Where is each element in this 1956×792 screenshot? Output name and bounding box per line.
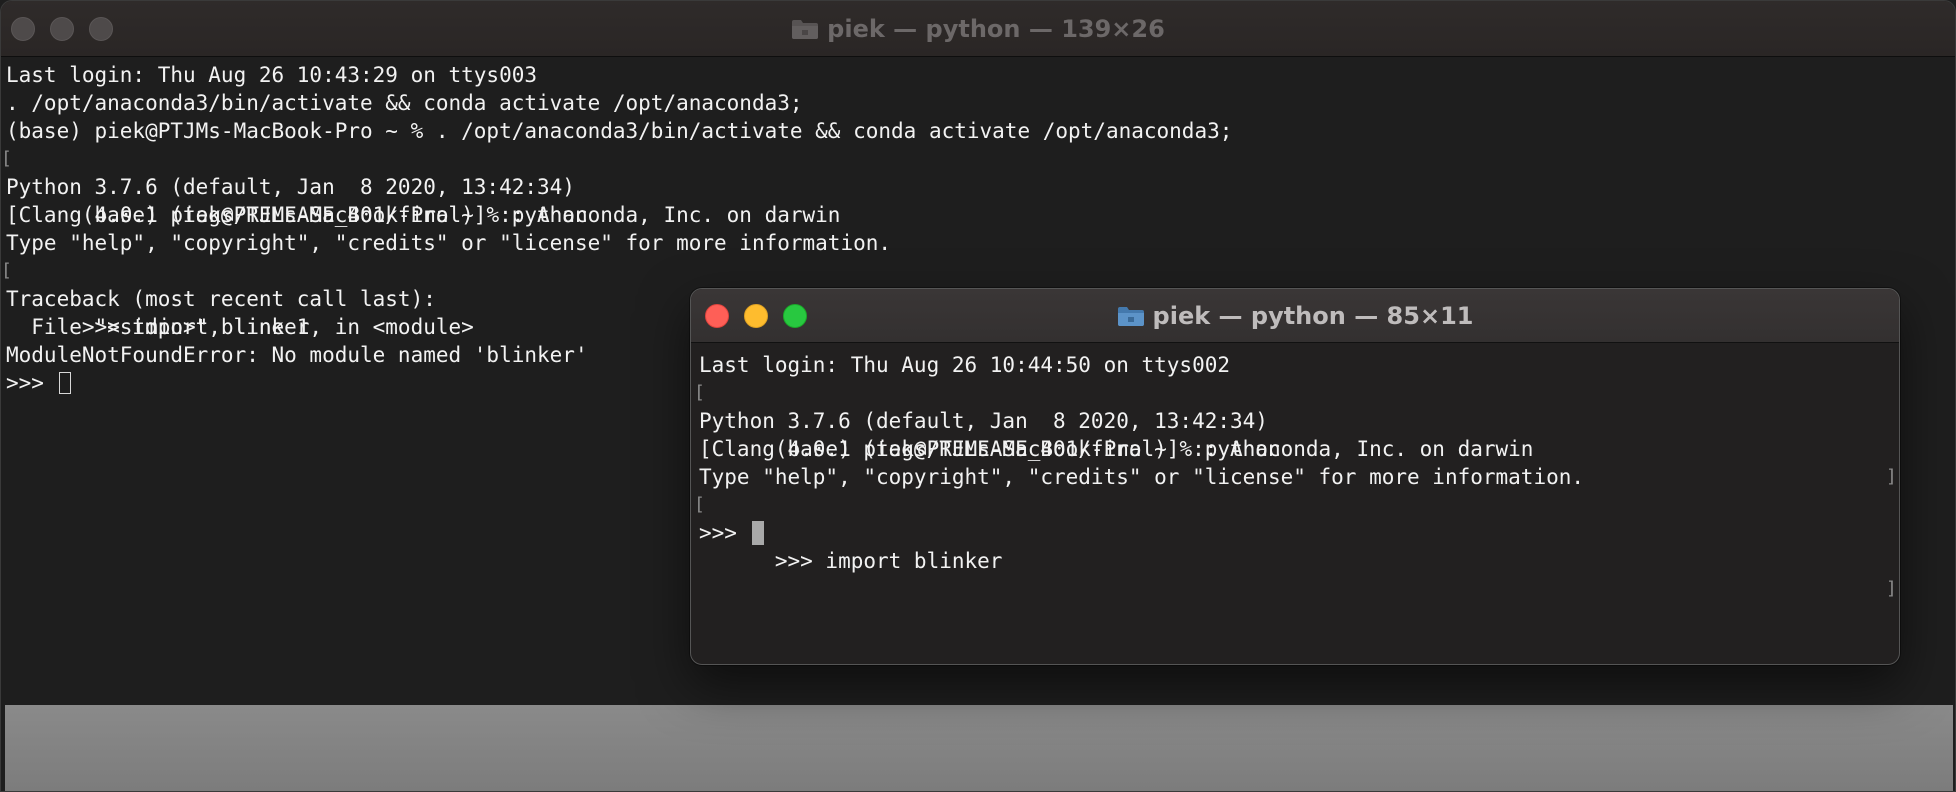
terminal-line: Python 3.7.6 (default, Jan 8 2020, 13:42… — [6, 175, 575, 199]
foreground-title-bar[interactable]: piek — python — 85×11 — [691, 289, 1899, 343]
prompt-mark-right: ] — [1886, 578, 1897, 599]
terminal-line: [Clang 4.0.1 (tags/RELEASE_401/final)] :… — [6, 203, 841, 227]
background-window-title-group: piek — python — 139×26 — [791, 15, 1165, 43]
cursor-icon — [751, 521, 764, 545]
prompt-line: [ >>> import blinker ] — [1, 257, 1955, 365]
terminal-line: (base) piek@PTJMs-MacBook-Pro ~ % . /opt… — [6, 119, 1233, 143]
folder-icon — [791, 18, 819, 40]
prompt-line: [ >>> import blinker ] — [694, 491, 1899, 599]
minimize-icon[interactable] — [50, 16, 74, 41]
prompt-line: >>> — [699, 519, 1899, 547]
terminal-line: Last login: Thu Aug 26 10:43:29 on ttys0… — [6, 63, 538, 87]
terminal-line: Python 3.7.6 (default, Jan 8 2020, 13:42… — [699, 409, 1268, 433]
foreground-window-title: piek — python — 85×11 — [1152, 301, 1474, 330]
zoom-icon[interactable] — [783, 303, 807, 328]
prompt-mark-left: [ — [1, 148, 12, 169]
cursor-icon — [58, 372, 71, 394]
prompt-mark-left: [ — [1, 260, 12, 281]
minimize-icon[interactable] — [744, 303, 768, 328]
terminal-line-text: >>> — [699, 521, 750, 545]
prompt-line: [ (base) piek@PTJMs-MacBook-Pro ~ % pyth… — [1, 145, 1955, 253]
prompt-mark-left: [ — [694, 494, 705, 515]
background-window-title: piek — python — 139×26 — [827, 14, 1165, 43]
terminal-line-text: >>> — [6, 371, 57, 395]
terminal-line: Type "help", "copyright", "credits" or "… — [699, 465, 1585, 489]
foreground-terminal-window[interactable]: piek — python — 85×11 Last login: Thu Au… — [690, 288, 1900, 665]
foreground-window-title-group: piek — python — 85×11 — [1117, 301, 1474, 330]
folder-icon — [1117, 305, 1145, 327]
terminal-line: . /opt/anaconda3/bin/activate && conda a… — [6, 91, 803, 115]
prompt-line: [ (base) piek@PTJMs-MacBook-Pro ~ % pyth… — [694, 379, 1899, 487]
background-title-bar[interactable]: piek — python — 139×26 — [1, 1, 1955, 57]
zoom-icon[interactable] — [89, 16, 113, 41]
foreground-terminal-output[interactable]: Last login: Thu Aug 26 10:44:50 on ttys0… — [691, 343, 1899, 664]
terminal-line: [Clang 4.0.1 (tags/RELEASE_401/final)] :… — [699, 437, 1534, 461]
foreground-window-controls — [705, 303, 807, 328]
close-icon[interactable] — [705, 303, 729, 328]
terminal-line: Last login: Thu Aug 26 10:44:50 on ttys0… — [699, 353, 1231, 377]
background-window-controls — [11, 16, 113, 41]
close-icon[interactable] — [11, 16, 35, 41]
scroll-region — [5, 705, 1953, 791]
prompt-mark-left: [ — [694, 382, 705, 403]
terminal-line: Type "help", "copyright", "credits" or "… — [6, 231, 892, 255]
terminal-line-text: >>> import blinker — [774, 549, 1003, 573]
